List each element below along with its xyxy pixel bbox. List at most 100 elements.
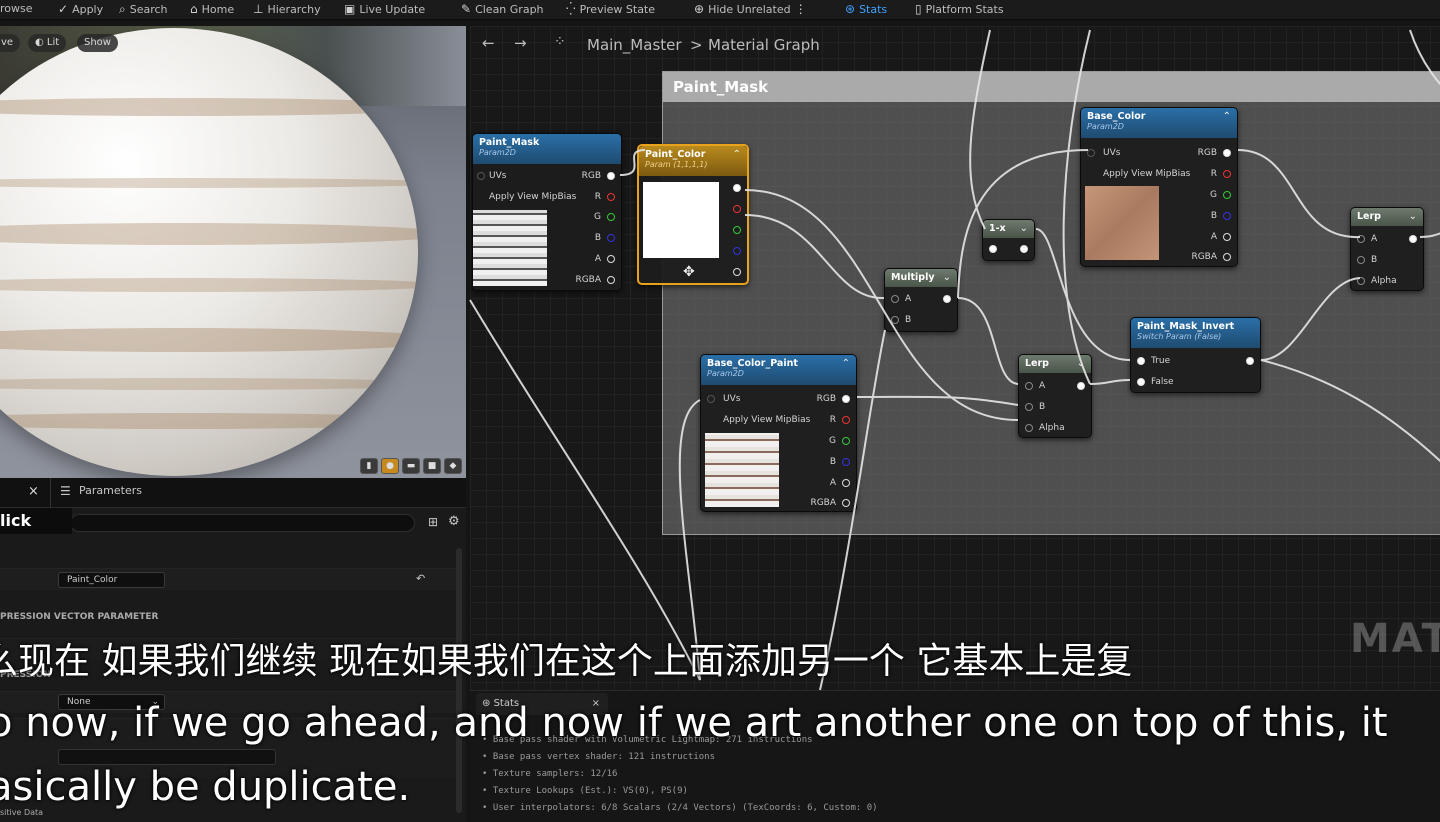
tab-parameters[interactable]: Parameters [79,484,142,497]
output-pin[interactable] [1409,235,1417,243]
output-pin-r[interactable] [733,205,741,213]
collapse-icon[interactable]: ⌃ [842,358,850,369]
breadcrumb-current[interactable]: Material Graph [708,36,820,54]
collapse-icon[interactable]: ⌃ [733,149,741,160]
output-pin-r[interactable] [607,193,615,201]
breadcrumb-root[interactable]: Main_Master [587,36,682,54]
node-header[interactable]: Paint_Color Param (1,1,1,1) ⌃ [639,146,747,176]
output-pin-rgb[interactable] [733,184,741,192]
node-header[interactable]: Base_Color Param2D ⌃ [1081,108,1237,138]
input-pin[interactable] [477,172,485,180]
node-header[interactable]: Base_Color_Paint Param2D ⌃ [701,355,856,385]
output-pin-g[interactable] [1223,191,1231,199]
output-pin-a[interactable] [1223,233,1231,241]
node-header[interactable]: Lerp ⌄ [1351,208,1423,226]
reset-arrow-icon[interactable]: ↶ [416,572,425,585]
back-arrow-icon[interactable]: ← [482,34,495,52]
toolbar-hierarchy-button[interactable]: ⊥ Hierarchy [253,2,321,16]
output-pin[interactable] [943,295,951,303]
grid-view-icon[interactable]: ⊞ [428,515,438,529]
output-pin-b[interactable] [1223,212,1231,220]
input-pin-a[interactable] [1025,382,1033,390]
input-pin-b[interactable] [1025,403,1033,411]
input-pin-alpha[interactable] [1025,424,1033,432]
output-pin-rgb[interactable] [607,172,615,180]
collapse-icon[interactable]: ⌄ [1020,223,1028,234]
toolbar-browse-button[interactable]: rowse [0,2,33,15]
viewport-show-button[interactable]: Show [77,34,118,52]
viewport-mode-button[interactable]: ve [0,34,21,52]
node-paint-mask-invert[interactable]: Paint_Mask_Invert Switch Param (False) Tr… [1130,317,1261,393]
plane-icon[interactable]: ▬ [402,458,420,474]
collapse-icon[interactable]: ⌄ [943,272,951,283]
toolbar-home-button[interactable]: ⌂ Home [190,2,234,16]
toolbar-clean-graph-button[interactable]: ✎ Clean Graph [461,2,544,16]
output-pin-g[interactable] [607,213,615,221]
output-pin[interactable] [1246,357,1254,365]
input-pin-false[interactable] [1137,378,1145,386]
output-pin-a[interactable] [733,268,741,276]
output-pin-b[interactable] [607,234,615,242]
comment-title[interactable]: Paint_Mask [663,72,1440,102]
details-value-field[interactable] [58,749,276,765]
output-pin-rgba[interactable] [607,276,615,284]
cube-icon[interactable]: ■ [423,458,441,474]
output-pin-r[interactable] [842,416,850,424]
forward-arrow-icon[interactable]: → [514,34,527,52]
output-pin-rgb[interactable] [1223,149,1231,157]
node-one-minus[interactable]: 1-x ⌄ [982,219,1035,261]
output-pin-g[interactable] [733,226,741,234]
details-search-input[interactable] [70,514,415,532]
node-multiply[interactable]: Multiply ⌄ A B [884,268,958,332]
output-pin-a[interactable] [607,255,615,263]
output-pin-rgba[interactable] [1223,253,1231,261]
section-vector-parameter[interactable]: PRESSION VECTOR PARAMETER [0,612,158,622]
output-pin-rgb[interactable] [842,395,850,403]
node-header[interactable]: Lerp ⌄ [1019,355,1091,373]
output-pin-g[interactable] [842,437,850,445]
output-pin-r[interactable] [1223,170,1231,178]
output-pin[interactable] [1020,245,1028,253]
node-header[interactable]: Paint_Mask_Invert Switch Param (False) [1131,318,1260,348]
node-header[interactable]: 1-x ⌄ [983,220,1034,238]
input-pin[interactable] [707,395,715,403]
param-name-field[interactable]: Paint_Color [58,572,165,588]
output-pin-b[interactable] [842,458,850,466]
teapot-icon[interactable]: ◆ [444,458,462,474]
toolbar-apply-button[interactable]: ✓ Apply [58,2,103,16]
cylinder-icon[interactable]: ▮ [360,458,378,474]
toolbar-platform-stats-button[interactable]: ▯ Platform Stats [915,2,1004,16]
more-options-icon[interactable]: ⋮ [795,2,807,16]
input-pin-b[interactable] [891,316,899,324]
input-pin-true[interactable] [1137,357,1145,365]
sphere-icon[interactable]: ● [381,458,399,474]
node-base-color[interactable]: Base_Color Param2D ⌃ UVs Apply View MipBia… [1080,107,1238,267]
collapse-icon[interactable]: ⌃ [1223,111,1231,122]
collapse-icon[interactable]: ⌄ [1077,358,1085,369]
material-preview-viewport[interactable]: ve ◐ Lit Show ▮ ● ▬ ■ ◆ [0,26,466,478]
toolbar-search-button[interactable]: ⌕ Search [119,2,168,17]
output-pin[interactable] [1077,382,1085,390]
output-pin-b[interactable] [733,247,741,255]
toolbar-stats-button[interactable]: ⊛ Stats [845,2,887,16]
node-lerp-center[interactable]: Lerp ⌄ A B Alpha [1018,354,1092,438]
close-tab-icon[interactable]: × [28,484,39,499]
settings-gear-icon[interactable]: ⚙ [448,514,460,529]
node-header[interactable]: Paint_Mask Param2D [473,134,621,164]
input-pin[interactable] [989,245,997,253]
viewport-lit-button[interactable]: ◐ Lit [28,34,67,52]
toolbar-live-update-button[interactable]: ▣ Live Update [344,2,425,16]
input-pin-b[interactable] [1357,256,1365,264]
node-lerp-right[interactable]: Lerp ⌄ A B Alpha [1350,207,1424,291]
input-pin-a[interactable] [1357,235,1365,243]
toolbar-hide-unrelated-button[interactable]: ⊕ Hide Unrelated ⋮ [694,2,807,16]
input-pin-a[interactable] [891,295,899,303]
input-pin[interactable] [1087,149,1095,157]
collapse-icon[interactable]: ⌄ [1409,211,1417,222]
output-pin-rgba[interactable] [842,499,850,507]
node-header[interactable]: Multiply ⌄ [885,269,957,287]
node-paint-mask[interactable]: Paint_Mask Param2D UVs Apply View MipBias… [472,133,622,291]
input-pin-alpha[interactable] [1357,277,1365,285]
node-paint-color[interactable]: Paint_Color Param (1,1,1,1) ⌃ ✥ [637,144,749,285]
toolbar-preview-state-button[interactable]: ⁛ Preview State [566,2,655,16]
